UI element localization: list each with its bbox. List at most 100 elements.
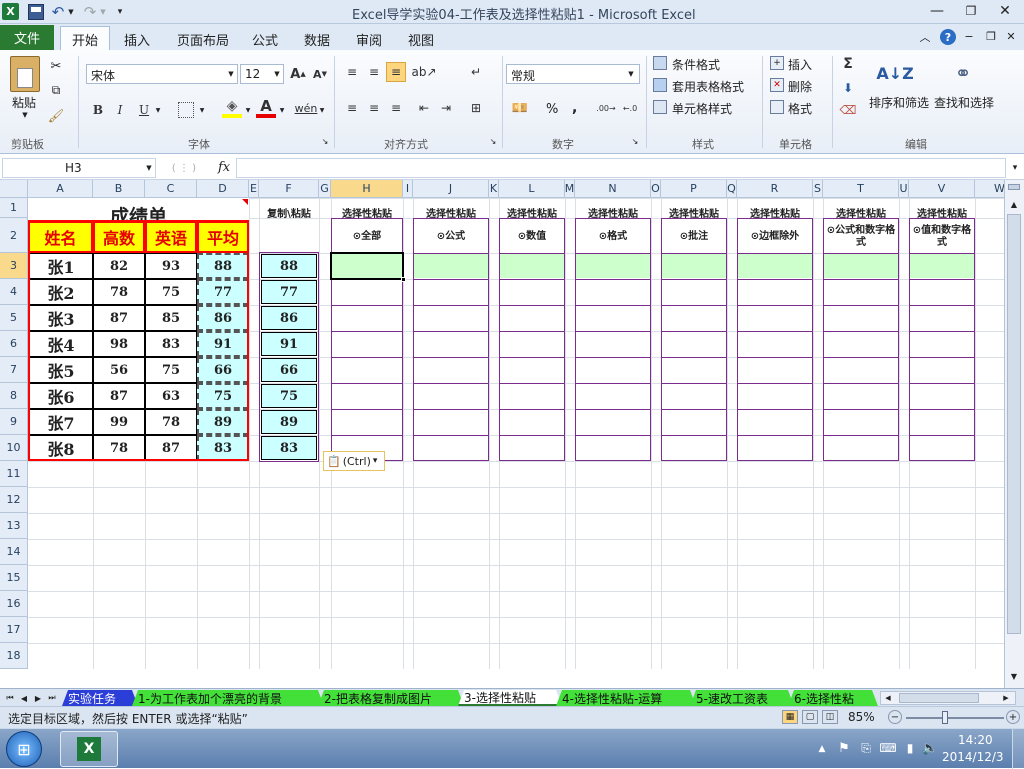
copy-icon[interactable]: ⧉ (48, 82, 64, 98)
row-header[interactable]: 16 (0, 591, 28, 617)
number-dialog-launcher-icon[interactable]: ↘ (630, 136, 640, 146)
row-header[interactable]: 11 (0, 461, 28, 487)
column-header[interactable]: P (661, 180, 727, 198)
last-sheet-icon[interactable]: ⏭ (46, 691, 58, 705)
clock-time[interactable]: 14:20 (958, 733, 993, 747)
tab-formulas[interactable]: 公式 (252, 30, 278, 49)
zoom-in-icon[interactable]: + (1006, 710, 1020, 724)
tab-data[interactable]: 数据 (304, 30, 330, 49)
column-header[interactable]: D (197, 180, 249, 198)
tab-insert[interactable]: 插入 (124, 30, 150, 49)
workbook-close-icon[interactable]: ✕ (1004, 29, 1018, 43)
find-select-icon[interactable]: ⚭ (948, 56, 978, 90)
network-icon[interactable]: ▮ (902, 739, 918, 757)
start-button-icon[interactable]: ⊞ (6, 731, 42, 767)
fill-color-dropdown-icon[interactable]: ▼ (244, 106, 252, 114)
fill-handle[interactable] (401, 277, 406, 282)
column-header[interactable]: G (319, 180, 331, 198)
phonetic-guide-icon[interactable]: wén (295, 98, 318, 118)
sheet-tab-salary[interactable]: 5-速改工资表 (690, 690, 794, 706)
format-cells-button[interactable]: 格式 (788, 100, 812, 117)
zoom-slider-track[interactable] (906, 717, 1004, 719)
scroll-up-icon[interactable]: ▲ (1008, 198, 1020, 210)
row-header[interactable]: 2 (0, 218, 28, 253)
cut-icon[interactable]: ✂ (48, 58, 64, 74)
minimize-icon[interactable]: — (926, 2, 948, 20)
merge-center-icon[interactable]: ⊞ (466, 98, 486, 118)
select-all-corner[interactable] (0, 180, 28, 198)
collapse-ribbon-icon[interactable]: ︿ (918, 30, 932, 44)
tab-home[interactable]: 开始 (60, 26, 110, 51)
bold-icon[interactable]: B (88, 100, 108, 120)
column-header[interactable]: R (737, 180, 813, 198)
vertical-scroll-thumb[interactable] (1007, 214, 1021, 634)
column-header[interactable]: B (93, 180, 145, 198)
save-icon[interactable] (28, 4, 44, 20)
italic-icon[interactable]: I (110, 100, 130, 120)
sheet-tab-paste-special[interactable]: 3-选择性粘贴 (458, 690, 562, 706)
conditional-format-button[interactable]: 条件格式 (672, 56, 720, 73)
row-header[interactable]: 17 (0, 617, 28, 643)
page-break-view-icon[interactable]: ◫ (822, 710, 838, 724)
clock-date[interactable]: 2014/12/3 (942, 750, 1004, 764)
help-icon[interactable]: ? (940, 29, 956, 45)
accounting-format-icon[interactable]: 💴 (510, 98, 530, 118)
paste-button[interactable]: 粘贴 (12, 94, 36, 111)
number-format-dropdown-icon[interactable]: ▼ (626, 69, 636, 79)
column-header[interactable]: L (499, 180, 565, 198)
phonetic-dropdown-icon[interactable]: ▼ (318, 106, 326, 114)
align-right-icon[interactable]: ≡ (386, 98, 406, 118)
paste-target-cell[interactable] (662, 254, 726, 278)
usb-device-icon[interactable]: ⎘ (858, 739, 874, 757)
sheet-tab-paste-operations[interactable]: 4-选择性粘贴-运算 (556, 690, 696, 706)
font-name-box[interactable]: 宋体 (86, 64, 238, 84)
column-header[interactable]: S (813, 180, 823, 198)
comma-style-button[interactable]: , (572, 100, 577, 116)
cell-styles-button[interactable]: 单元格样式 (672, 100, 732, 117)
split-box[interactable] (1008, 184, 1020, 190)
keyboard-icon[interactable]: ⌨ (879, 739, 896, 757)
alignment-dialog-launcher-icon[interactable]: ↘ (488, 136, 498, 146)
borders-dropdown-icon[interactable]: ▼ (198, 106, 206, 114)
sheet-tab-copy-picture[interactable]: 2-把表格复制成图片 (318, 690, 464, 706)
align-center-icon[interactable]: ≡ (364, 98, 384, 118)
column-header[interactable]: T (823, 180, 899, 198)
borders-icon[interactable] (178, 102, 194, 118)
customize-quick-access-icon[interactable]: ▾ (114, 4, 126, 20)
expand-formula-bar-icon[interactable]: ▾ (1008, 160, 1022, 176)
column-header[interactable]: A (28, 180, 93, 198)
align-bottom-icon[interactable]: ≡ (386, 62, 406, 82)
paste-target-cell[interactable] (414, 254, 488, 278)
paste-target-cell[interactable] (738, 254, 812, 278)
paste-target-cell[interactable] (910, 254, 974, 278)
show-desktop-button[interactable] (1012, 729, 1024, 769)
column-header[interactable]: K (489, 180, 499, 198)
delete-cells-icon[interactable]: ✕ (770, 78, 784, 92)
column-header[interactable]: E (249, 180, 259, 198)
table-format-button[interactable]: 套用表格格式 (672, 78, 744, 95)
sort-filter-icon[interactable]: A↓Z (876, 56, 913, 90)
shrink-font-icon[interactable]: A ▼ (310, 64, 330, 84)
row-header[interactable]: 12 (0, 487, 28, 513)
name-box[interactable]: H3 (2, 158, 156, 178)
font-color-dropdown-icon[interactable]: ▼ (278, 106, 286, 114)
worksheet-grid[interactable]: A B C D E F G H I J K L M N O P Q R S T U V W 1 2 3 4 5 6 7 8 9 10 11 12 13… (0, 180, 1024, 688)
row-header[interactable]: 4 (0, 279, 28, 305)
cell-styles-icon[interactable] (653, 100, 667, 114)
row-header[interactable]: 5 (0, 305, 28, 331)
row-header[interactable]: 3 (0, 253, 28, 279)
close-icon[interactable]: ✕ (994, 2, 1016, 20)
column-header[interactable]: U (899, 180, 909, 198)
scroll-down-icon[interactable]: ▼ (1008, 670, 1020, 682)
decrease-decimal-icon[interactable]: ←.0 (620, 98, 640, 118)
first-sheet-icon[interactable]: ⏮ (4, 691, 16, 705)
tab-view[interactable]: 视图 (408, 30, 434, 49)
zoom-out-icon[interactable]: − (888, 710, 902, 724)
column-header[interactable]: F (259, 180, 319, 198)
undo-icon[interactable]: ↶ (50, 3, 66, 21)
scroll-left-icon[interactable]: ◀ (883, 693, 893, 703)
normal-view-icon[interactable]: ▦ (782, 710, 798, 724)
sheet-tab-paste-more[interactable]: 6-选择性粘 (788, 690, 878, 706)
increase-decimal-icon[interactable]: .00→ (596, 98, 616, 118)
name-box-dropdown-icon[interactable]: ▼ (144, 163, 154, 173)
